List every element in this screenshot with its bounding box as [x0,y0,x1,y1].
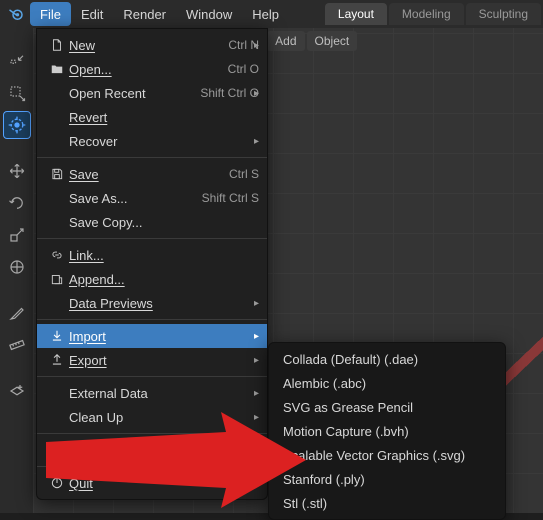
file-defaults[interactable]: Defaults ▸ [37,438,267,462]
tool-move[interactable] [4,158,30,184]
tool-tweak[interactable] [4,48,30,74]
file-external-data[interactable]: External Data ▸ [37,381,267,405]
tab-sculpting[interactable]: Sculpting [466,3,541,25]
left-toolbar [0,28,34,513]
tool-transform[interactable] [4,254,30,280]
tool-measure[interactable] [4,332,30,358]
tool-select-box[interactable] [4,80,30,106]
submenu-arrow-icon: ▸ [254,136,259,147]
import-svg[interactable]: Scalable Vector Graphics (.svg) [269,443,505,467]
submenu-arrow-icon: ▸ [254,355,259,366]
top-menubar: File Edit Render Window Help Layout Mode… [0,0,543,28]
submenu-arrow-icon: ▸ [254,388,259,399]
menu-render[interactable]: Render [113,2,176,26]
menu-separator [37,466,267,467]
submenu-arrow-icon: ▸ [254,40,259,51]
submenu-arrow-icon: ▸ [254,88,259,99]
folder-icon [45,60,69,78]
menu-separator [37,319,267,320]
file-import[interactable]: Import ▸ [37,324,267,348]
tool-annotate[interactable] [4,300,30,326]
submenu-arrow-icon: ▸ [254,445,259,456]
tool-add[interactable] [4,378,30,404]
import-collada[interactable]: Collada (Default) (.dae) [269,347,505,371]
file-new[interactable]: New Ctrl N ▸ [37,33,267,57]
file-quit[interactable]: Quit [37,471,267,495]
tab-layout[interactable]: Layout [325,3,387,25]
menu-separator [37,238,267,239]
tool-cursor[interactable] [4,112,30,138]
export-icon [45,351,69,369]
file-export[interactable]: Export ▸ [37,348,267,372]
file-data-previews[interactable]: Data Previews ▸ [37,291,267,315]
new-file-icon [45,36,69,54]
tab-modeling[interactable]: Modeling [389,3,464,25]
import-icon [45,327,69,345]
submenu-arrow-icon: ▸ [254,331,259,342]
menu-edit[interactable]: Edit [71,2,113,26]
import-svg-gp[interactable]: SVG as Grease Pencil [269,395,505,419]
submenu-arrow-icon: ▸ [254,298,259,309]
import-stl[interactable]: Stl (.stl) [269,491,505,515]
file-save-copy[interactable]: Save Copy... [37,210,267,234]
tool-scale[interactable] [4,222,30,248]
import-submenu: Collada (Default) (.dae) Alembic (.abc) … [268,342,506,520]
file-revert[interactable]: Revert [37,105,267,129]
file-recover[interactable]: Recover ▸ [37,129,267,153]
file-open[interactable]: Open... Ctrl O [37,57,267,81]
file-menu: New Ctrl N ▸ Open... Ctrl O Open Recent … [36,28,268,500]
menu-file[interactable]: File [30,2,71,26]
file-save[interactable]: Save Ctrl S [37,162,267,186]
menu-help[interactable]: Help [242,2,289,26]
link-icon [45,246,69,264]
blender-logo-icon [6,4,26,24]
file-append[interactable]: Append... [37,267,267,291]
file-clean-up[interactable]: Clean Up ▸ [37,405,267,429]
menu-separator [37,433,267,434]
menu-window[interactable]: Window [176,2,242,26]
workspace-tabs: Layout Modeling Sculpting [325,3,543,25]
import-alembic[interactable]: Alembic (.abc) [269,371,505,395]
file-open-recent[interactable]: Open Recent Shift Ctrl O ▸ [37,81,267,105]
quit-icon [45,474,69,492]
menu-separator [37,157,267,158]
file-save-as[interactable]: Save As... Shift Ctrl S [37,186,267,210]
import-ply[interactable]: Stanford (.ply) [269,467,505,491]
viewport-menu-add[interactable]: Add [267,31,304,51]
tool-rotate[interactable] [4,190,30,216]
import-bvh[interactable]: Motion Capture (.bvh) [269,419,505,443]
menu-separator [37,376,267,377]
viewport-menu-object[interactable]: Object [307,31,358,51]
file-link[interactable]: Link... [37,243,267,267]
submenu-arrow-icon: ▸ [254,412,259,423]
append-icon [45,270,69,288]
save-icon [45,165,69,183]
